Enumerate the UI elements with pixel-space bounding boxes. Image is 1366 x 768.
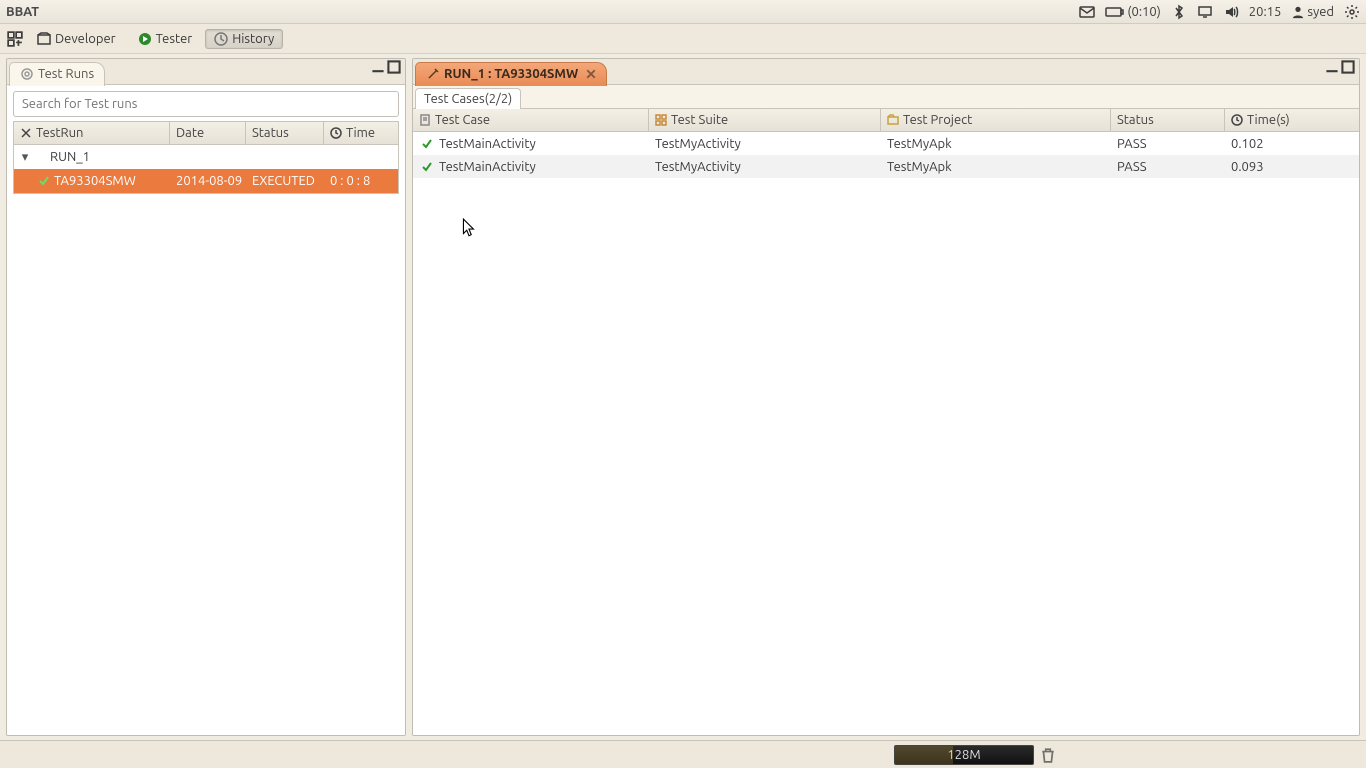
search-input[interactable] — [13, 91, 399, 117]
subtab-row: Test Cases(2/2) — [413, 85, 1359, 109]
col-date[interactable]: Date — [170, 122, 246, 144]
maximize-icon[interactable] — [1341, 61, 1355, 73]
case-project: TestMyApk — [881, 137, 1111, 151]
perspective-tester[interactable]: Tester — [129, 29, 202, 49]
tree-row-parent[interactable]: ▾ RUN_1 — [14, 145, 398, 169]
perspective-bar: Developer Tester History — [0, 24, 1366, 54]
case-suite: TestMyActivity — [649, 160, 881, 174]
col-testrun[interactable]: TestRun — [14, 122, 170, 144]
case-name: TestMainActivity — [439, 160, 536, 174]
case-time: 0.102 — [1225, 137, 1359, 151]
tab-label: Test Runs — [38, 67, 94, 81]
user-name: syed — [1307, 5, 1334, 19]
col-testcase[interactable]: Test Case — [413, 109, 649, 131]
table-header: TestRun Date Status Time — [13, 121, 399, 145]
open-perspective-icon[interactable] — [6, 30, 24, 48]
tree-row-child[interactable]: TA93304SMW 2014-08-09 EXECUTED 0 : 0 : 8 — [14, 169, 398, 193]
case-time: 0.093 — [1225, 160, 1359, 174]
right-tabs: RUN_1 : TA93304SMW — [413, 59, 1359, 85]
maximize-icon[interactable] — [387, 61, 401, 73]
perspective-label: Tester — [156, 32, 193, 46]
mail-icon[interactable] — [1079, 4, 1095, 20]
col-status[interactable]: Status — [1111, 109, 1225, 131]
case-suite: TestMyActivity — [649, 137, 881, 151]
test-runs-tab[interactable]: Test Runs — [9, 62, 105, 86]
cases-header: Test Case Test Suite Test Project Status… — [413, 109, 1359, 132]
minimize-icon[interactable] — [371, 61, 385, 73]
table-body: ▾ RUN_1 TA93304SMW 2014-08-09 — [13, 145, 399, 194]
run-name: RUN_1 — [50, 150, 90, 164]
perspective-label: History — [232, 32, 274, 46]
bluetooth-icon[interactable] — [1171, 4, 1187, 20]
network-icon[interactable] — [1197, 4, 1213, 20]
case-status: PASS — [1111, 160, 1225, 174]
case-row[interactable]: TestMainActivity TestMyActivity TestMyAp… — [413, 132, 1359, 155]
run-editor-tab[interactable]: RUN_1 : TA93304SMW — [415, 62, 607, 86]
perspective-history[interactable]: History — [205, 29, 283, 49]
testruns-table: TestRun Date Status Time ▾ RUN_1 — [13, 121, 399, 729]
menubar: BBAT (0:10) 20:15 syed — [0, 0, 1366, 24]
battery-indicator[interactable]: (0:10) — [1105, 5, 1160, 19]
user-indicator[interactable]: syed — [1291, 5, 1334, 19]
case-project: TestMyApk — [881, 160, 1111, 174]
col-testsuite[interactable]: Test Suite — [649, 109, 881, 131]
left-tabs: Test Runs — [7, 59, 405, 85]
gear-icon[interactable] — [1344, 4, 1360, 20]
case-status: PASS — [1111, 137, 1225, 151]
run-name: TA93304SMW — [54, 174, 136, 188]
minimize-icon[interactable] — [1325, 61, 1339, 73]
main: Test Runs TestRun Date Status — [0, 54, 1366, 740]
indicators: (0:10) 20:15 syed — [1079, 4, 1360, 20]
trash-icon[interactable] — [1040, 747, 1056, 763]
testcases-subtab[interactable]: Test Cases(2/2) — [415, 88, 521, 109]
clock[interactable]: 20:15 — [1249, 5, 1282, 19]
close-icon[interactable] — [586, 69, 596, 79]
right-body: Test Cases(2/2) Test Case Test Suite Tes… — [413, 85, 1359, 735]
run-status: EXECUTED — [246, 174, 324, 188]
run-time: 0 : 0 : 8 — [324, 174, 398, 188]
perspective-developer[interactable]: Developer — [28, 29, 125, 49]
heap-status[interactable]: 128M — [894, 745, 1034, 765]
case-row[interactable]: TestMainActivity TestMyActivity TestMyAp… — [413, 155, 1359, 178]
tab-label: RUN_1 : TA93304SMW — [444, 67, 578, 81]
twisty-icon[interactable]: ▾ — [20, 150, 30, 165]
test-runs-panel: Test Runs TestRun Date Status — [6, 58, 406, 736]
battery-text: (0:10) — [1127, 5, 1160, 19]
volume-icon[interactable] — [1223, 4, 1239, 20]
cases-body: TestMainActivity TestMyActivity TestMyAp… — [413, 132, 1359, 178]
run-date: 2014-08-09 — [170, 174, 246, 188]
col-status[interactable]: Status — [246, 122, 324, 144]
col-time[interactable]: Time — [324, 122, 398, 144]
statusbar: 128M — [0, 740, 1366, 768]
left-body: TestRun Date Status Time ▾ RUN_1 — [7, 85, 405, 735]
case-name: TestMainActivity — [439, 137, 536, 151]
col-testproject[interactable]: Test Project — [881, 109, 1111, 131]
col-time[interactable]: Time(s) — [1225, 109, 1359, 131]
app-title: BBAT — [6, 5, 39, 19]
perspective-label: Developer — [55, 32, 116, 46]
test-cases-panel: RUN_1 : TA93304SMW Test Cases(2/2) Test … — [412, 58, 1360, 736]
